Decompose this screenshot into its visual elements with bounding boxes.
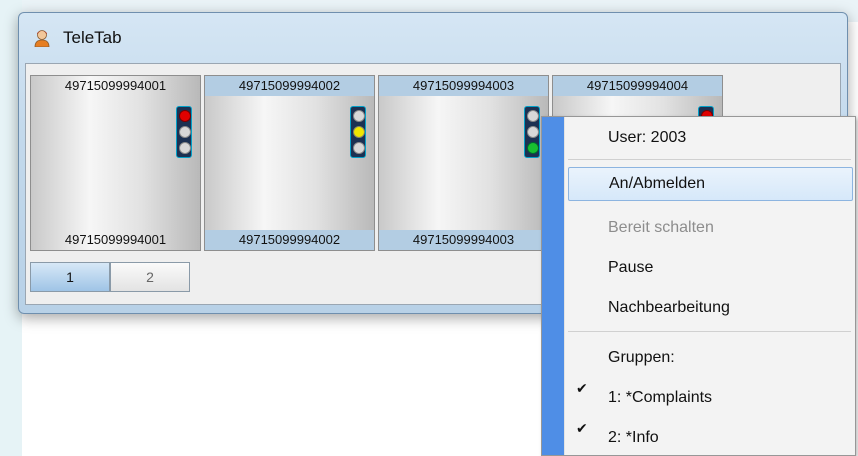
menu-groups-header: Gruppen: xyxy=(608,349,675,366)
red-lamp xyxy=(179,110,191,122)
phone-line-tile[interactable]: 49715099994002 49715099994002 xyxy=(204,75,375,251)
menu-item-group-complaints[interactable]: ✔ 1: *Complaints xyxy=(568,381,853,415)
traffic-light-icon xyxy=(350,106,366,158)
traffic-light-icon xyxy=(524,106,540,158)
checkmark-icon: ✔ xyxy=(576,381,588,397)
traffic-light-icon xyxy=(176,106,192,158)
menu-item-pause[interactable]: Pause xyxy=(568,251,853,285)
red-lamp xyxy=(353,110,365,122)
menu-user-label: User: 2003 xyxy=(608,129,687,146)
window-titlebar[interactable]: TeleTab xyxy=(19,13,847,61)
line-number-top: 49715099994004 xyxy=(553,76,722,96)
yellow-lamp xyxy=(179,126,191,138)
menu-gutter xyxy=(542,117,564,455)
context-menu: User: 2003 An/Abmelden Bereit schalten P… xyxy=(541,116,856,456)
line-number-top: 49715099994001 xyxy=(64,78,167,93)
menu-item-label: 2: *Info xyxy=(608,429,659,446)
menu-item-group-info[interactable]: ✔ 2: *Info xyxy=(568,421,853,455)
yellow-lamp xyxy=(527,126,539,138)
green-lamp xyxy=(527,142,539,154)
page-tab-2[interactable]: 2 xyxy=(110,262,190,292)
green-lamp xyxy=(179,142,191,154)
line-number-bottom: 49715099994003 xyxy=(379,230,548,250)
line-number-bottom: 49715099994001 xyxy=(64,232,167,247)
phone-line-tile[interactable]: 49715099994003 49715099994003 xyxy=(378,75,549,251)
green-lamp xyxy=(353,142,365,154)
window-title: TeleTab xyxy=(63,28,122,47)
menu-item-set-ready[interactable]: Bereit schalten xyxy=(568,211,853,245)
user-avatar-icon xyxy=(34,30,50,47)
yellow-lamp xyxy=(353,126,365,138)
line-number-top: 49715099994003 xyxy=(379,76,548,96)
menu-item-postprocessing[interactable]: Nachbearbeitung xyxy=(568,291,853,325)
line-number-bottom: 49715099994002 xyxy=(205,230,374,250)
menu-gutter-divider xyxy=(564,117,565,455)
red-lamp xyxy=(527,110,539,122)
phone-line-tile[interactable]: 49715099994001 49715099994001 xyxy=(30,75,201,251)
menu-item-label: 1: *Complaints xyxy=(608,389,713,406)
checkmark-icon: ✔ xyxy=(576,421,588,437)
menu-item-login-logout[interactable]: An/Abmelden xyxy=(568,167,853,201)
menu-separator xyxy=(568,159,851,160)
menu-separator xyxy=(568,331,851,332)
page-tab-1[interactable]: 1 xyxy=(30,262,110,292)
line-number-top: 49715099994002 xyxy=(205,76,374,96)
